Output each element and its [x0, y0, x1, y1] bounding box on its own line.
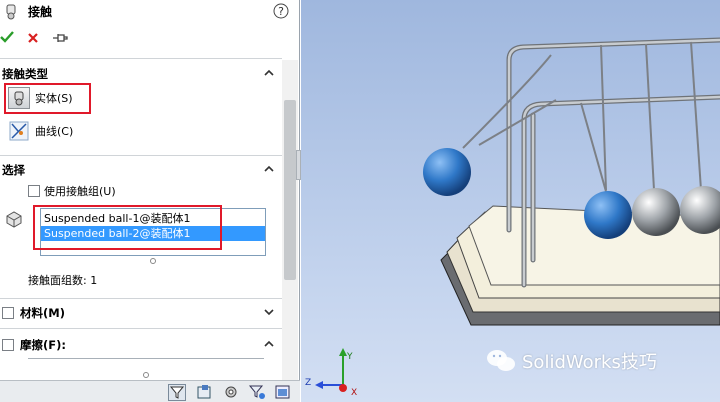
ball-blue[interactable] — [584, 191, 632, 239]
scrollbar-thumb[interactable] — [284, 100, 296, 280]
friction-title: 摩擦(F): — [20, 338, 66, 352]
display-pane-icon[interactable] — [274, 384, 292, 401]
component-selection-icon — [4, 210, 24, 228]
material-checkbox[interactable] — [2, 307, 14, 319]
filter-icon[interactable] — [168, 384, 186, 401]
watermark: SolidWorks技巧 — [486, 348, 657, 374]
selection-section-header[interactable]: 选择 — [2, 162, 25, 178]
divider — [0, 328, 282, 329]
contact-feature-icon — [4, 4, 18, 20]
strings — [462, 41, 702, 196]
graphics-viewport[interactable]: Y Z X — [301, 0, 720, 402]
pushpin-icon — [53, 34, 68, 42]
contact-type-title: 接触类型 — [2, 67, 48, 81]
ball-gray[interactable] — [632, 188, 680, 236]
svg-text:?: ? — [278, 5, 284, 18]
highlight-box-selection — [33, 205, 222, 250]
axis-label-y: Y — [347, 352, 353, 362]
highlight-box-solid — [4, 83, 91, 114]
chevron-up-icon[interactable] — [262, 162, 276, 176]
close-icon — [28, 33, 38, 43]
use-contact-group-row[interactable]: 使用接触组(U) — [28, 183, 116, 199]
question-circle-icon[interactable]: ? — [273, 3, 289, 19]
chevron-down-icon[interactable] — [262, 305, 276, 319]
option-curve[interactable]: 曲线(C) — [8, 120, 73, 142]
divider — [0, 298, 282, 299]
pin-button[interactable] — [52, 31, 68, 45]
selection-title: 选择 — [2, 163, 25, 177]
divider — [0, 58, 282, 59]
feature-tree-icon[interactable] — [196, 384, 214, 401]
axis-label-z: Z — [305, 378, 312, 388]
face-count-row: 接触面组数: 1 — [28, 272, 97, 288]
property-manager-panel: 接触 ? 接触类型 实体(S) 曲线(C) 选择 使用接触组(U) Suspen… — [0, 0, 301, 402]
axis-label-x: X — [351, 388, 358, 398]
chevron-up-icon[interactable] — [262, 66, 276, 80]
checkmark-icon — [0, 31, 14, 43]
newtons-cradle-model[interactable] — [301, 0, 720, 402]
panel-resize-dot[interactable] — [143, 372, 149, 378]
option-curve-label: 曲线(C) — [35, 125, 74, 138]
friction-section-header[interactable]: 摩擦(F): — [2, 337, 66, 353]
filter-funnel-icon[interactable] — [248, 384, 266, 401]
ok-button[interactable] — [0, 30, 14, 44]
material-title: 材料(M) — [20, 306, 65, 320]
settings-gear-icon[interactable] — [222, 384, 240, 401]
watermark-text: SolidWorks技巧 — [522, 352, 657, 373]
curve-icon — [8, 120, 30, 142]
contact-type-section-header[interactable]: 接触类型 — [2, 66, 48, 82]
base-plate — [440, 205, 720, 326]
panel-header: 接触 — [4, 3, 52, 20]
friction-slider-track[interactable] — [28, 358, 264, 366]
panel-title: 接触 — [28, 5, 53, 19]
cancel-button[interactable] — [27, 32, 39, 44]
axis-triad — [315, 348, 347, 392]
ball-blue-raised[interactable] — [423, 148, 471, 196]
friction-checkbox[interactable] — [2, 339, 14, 351]
face-count-label: 接触面组数: 1 — [28, 274, 98, 287]
wechat-icon — [486, 348, 516, 374]
resize-handle[interactable] — [150, 258, 156, 264]
panel-scrollbar[interactable] — [282, 60, 298, 390]
use-contact-group-label: 使用接触组(U) — [44, 185, 116, 198]
panel-bottom-toolbar — [0, 380, 300, 402]
chevron-up-icon[interactable] — [262, 337, 276, 351]
divider — [0, 155, 282, 156]
use-contact-group-checkbox[interactable] — [28, 185, 40, 197]
material-section-header[interactable]: 材料(M) — [2, 305, 65, 321]
